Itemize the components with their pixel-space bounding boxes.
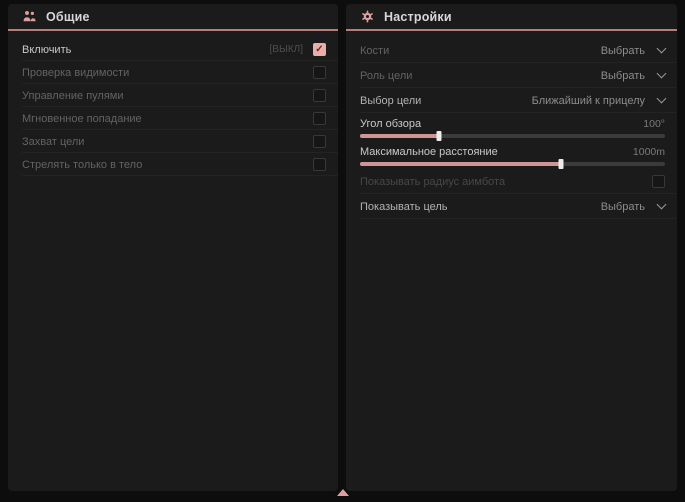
panel-general: Общие Включить [ВЫКЛ] ✓ Проверка видимос… — [8, 4, 338, 491]
slider-value: 1000m — [633, 146, 665, 158]
checkbox-instant-hit[interactable]: ✓ — [313, 112, 326, 125]
slider-row-max-distance: Максимальное расстояние 1000m — [346, 141, 677, 169]
toggle-row-enable[interactable]: Включить [ВЫКЛ] ✓ — [8, 38, 338, 61]
setting-label: Роль цели — [360, 70, 601, 82]
toggle-label: Захват цели — [22, 136, 313, 148]
chevron-down-icon — [657, 69, 667, 79]
dropdown-row-show-target: Показывать цель Выбрать — [346, 194, 677, 219]
panel-settings-header: Настройки — [346, 4, 677, 31]
slider-row-fov: Угол обзора 100° — [346, 113, 677, 141]
dropdown-value: Выбрать — [601, 70, 645, 82]
toggle-row-visibility-check[interactable]: Проверка видимости ✓ — [8, 61, 338, 84]
chevron-down-icon — [657, 44, 667, 54]
toggle-label: Стрелять только в тело — [22, 159, 313, 171]
slider-label: Угол обзора — [360, 118, 643, 130]
dropdown-value: Выбрать — [601, 201, 645, 213]
slider-label: Максимальное расстояние — [360, 146, 633, 158]
checkbox-row-show-aimbot-radius[interactable]: Показывать радиус аимбота ✓ — [346, 169, 677, 194]
chevron-down-icon — [657, 94, 667, 104]
checkbox-show-aimbot-radius[interactable]: ✓ — [652, 175, 665, 188]
bones-dropdown[interactable]: Выбрать — [601, 45, 665, 57]
dropdown-value: Ближайший к прицелу — [532, 95, 645, 107]
panel-title-settings: Настройки — [384, 10, 452, 24]
mod-menu: Общие Включить [ВЫКЛ] ✓ Проверка видимос… — [0, 0, 685, 502]
panel-title-general: Общие — [46, 10, 90, 24]
slider-value: 100° — [643, 118, 665, 130]
slider-fill — [360, 134, 439, 138]
slider-handle[interactable] — [437, 131, 442, 141]
toggle-label: Проверка видимости — [22, 67, 313, 79]
dropdown-value: Выбрать — [601, 45, 645, 57]
setting-label: Показывать радиус аимбота — [360, 176, 652, 188]
dropdown-row-bones: Кости Выбрать — [346, 38, 677, 63]
fov-slider[interactable] — [360, 134, 665, 138]
slider-handle[interactable] — [559, 159, 564, 169]
checkbox-visibility-check[interactable]: ✓ — [313, 66, 326, 79]
scroll-up-indicator[interactable] — [337, 489, 349, 496]
panel-general-header: Общие — [8, 4, 338, 31]
gear-icon — [360, 9, 375, 24]
slider-fill — [360, 162, 561, 166]
hotkey-badge: [ВЫКЛ] — [270, 44, 303, 55]
toggle-label: Включить — [22, 44, 270, 56]
panel-general-body: Включить [ВЫКЛ] ✓ Проверка видимости ✓ У… — [8, 31, 338, 176]
max-distance-slider[interactable] — [360, 162, 665, 166]
setting-label: Показывать цель — [360, 201, 601, 213]
toggle-label: Мгновенное попадание — [22, 113, 313, 125]
toggle-label: Управление пулями — [22, 90, 313, 102]
users-icon — [22, 9, 37, 24]
panel-settings: Настройки Кости Выбрать Роль цели Выбрат… — [346, 4, 677, 491]
toggle-row-body-only[interactable]: Стрелять только в тело ✓ — [8, 153, 338, 176]
checkbox-target-lock[interactable]: ✓ — [313, 135, 326, 148]
check-icon: ✓ — [315, 45, 323, 55]
dropdown-row-target-role: Роль цели Выбрать — [346, 63, 677, 88]
checkbox-enable[interactable]: ✓ — [313, 43, 326, 56]
show-target-dropdown[interactable]: Выбрать — [601, 201, 665, 213]
toggle-row-target-lock[interactable]: Захват цели ✓ — [8, 130, 338, 153]
setting-label: Выбор цели — [360, 95, 532, 107]
toggle-row-bullet-control[interactable]: Управление пулями ✓ — [8, 84, 338, 107]
panel-settings-body: Кости Выбрать Роль цели Выбрать Выбор це… — [346, 31, 677, 219]
toggle-row-instant-hit[interactable]: Мгновенное попадание ✓ — [8, 107, 338, 130]
chevron-down-icon — [657, 200, 667, 210]
setting-label: Кости — [360, 45, 601, 57]
checkbox-body-only[interactable]: ✓ — [313, 158, 326, 171]
target-selection-dropdown[interactable]: Ближайший к прицелу — [532, 95, 665, 107]
dropdown-row-target-selection: Выбор цели Ближайший к прицелу — [346, 88, 677, 113]
target-role-dropdown[interactable]: Выбрать — [601, 70, 665, 82]
checkbox-bullet-control[interactable]: ✓ — [313, 89, 326, 102]
